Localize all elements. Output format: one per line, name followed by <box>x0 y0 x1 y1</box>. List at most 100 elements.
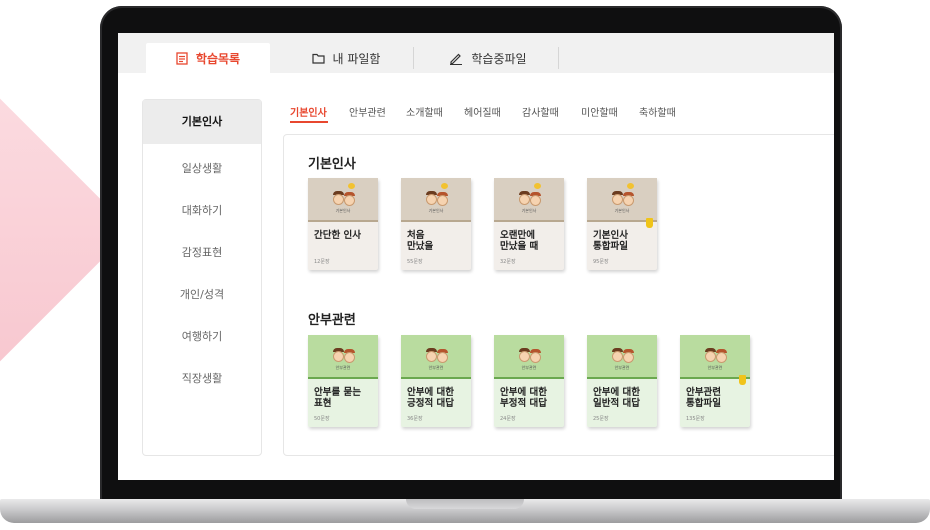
sentence-count: 36문장 <box>407 416 423 422</box>
subtab-congratulations[interactable]: 축하할때 <box>639 104 676 119</box>
character-face <box>426 194 437 205</box>
card-illustration: 안부관련 <box>680 335 750 377</box>
folder-icon <box>311 53 325 64</box>
subtab-thanks[interactable]: 감사할때 <box>522 104 559 119</box>
laptop-notch <box>406 499 524 509</box>
section-title: 기본인사 <box>308 157 356 172</box>
character-face <box>623 195 634 206</box>
card-title: 기본인사 통합파일 <box>593 230 628 252</box>
character-face <box>344 352 355 363</box>
tab-learning-list[interactable]: 학습목록 <box>146 43 270 73</box>
thumbnail-caption: 안부관련 <box>521 365 537 370</box>
card-title: 안부를 묻는 표현 <box>314 387 362 409</box>
sidebar-item-travel[interactable]: 여행하기 <box>143 328 261 344</box>
card-illustration: 안부관련 <box>401 335 471 377</box>
sentence-count: 55문장 <box>407 259 423 265</box>
sentence-count: 32문장 <box>500 259 516 265</box>
lesson-card[interactable]: 안부관련안부관련 통합파일 135문장 <box>680 335 750 427</box>
speech-bubble-icon <box>441 183 448 189</box>
subtab-wellbeing[interactable]: 안부관련 <box>349 104 386 119</box>
tab-my-files[interactable]: 내 파일함 <box>284 43 408 73</box>
character-face <box>530 352 541 363</box>
sentence-count: 135문장 <box>686 416 705 422</box>
character-face <box>426 351 437 362</box>
character-face <box>612 194 623 205</box>
bookmark-icon <box>739 375 746 385</box>
thumbnail-caption: 안부관련 <box>428 365 444 370</box>
subtab-apology[interactable]: 미안할때 <box>581 104 618 119</box>
app-screen: 학습목록 내 파일함 학습중파일 기본인사 일상생활 대화하기 감정표현 개인/… <box>118 33 834 480</box>
tab-label: 내 파일함 <box>332 51 381 66</box>
character-face <box>716 352 727 363</box>
sidebar-item-conversation[interactable]: 대화하기 <box>143 202 261 218</box>
character-face <box>437 195 448 206</box>
sidebar-item-basic-greetings[interactable]: 기본인사 <box>143 100 261 144</box>
sidebar-item-personality[interactable]: 개인/성격 <box>143 286 261 302</box>
thumbnail-divider <box>308 377 378 379</box>
sentence-count: 50문장 <box>314 416 330 422</box>
card-title: 안부에 대한 부정적 대답 <box>500 387 548 409</box>
card-illustration: 안부관련 <box>308 335 378 377</box>
character-face <box>519 194 530 205</box>
card-title: 오랜만에 만났을 때 <box>500 230 539 252</box>
thumbnail-divider <box>401 377 471 379</box>
speech-bubble-icon <box>534 183 541 189</box>
card-title: 처음 만났을 <box>407 230 434 252</box>
tab-divider <box>558 47 559 69</box>
lesson-card[interactable]: 기본인사오랜만에 만났을 때 32문장 <box>494 178 564 270</box>
speech-bubble-icon <box>627 183 634 189</box>
tab-in-progress[interactable]: 학습중파일 <box>418 43 558 73</box>
thumbnail-divider <box>401 220 471 222</box>
card-illustration: 기본인사 <box>494 178 564 220</box>
thumbnail-caption: 기본인사 <box>335 208 351 213</box>
subtab-farewell[interactable]: 헤어질때 <box>464 104 501 119</box>
subtab-basic-greetings[interactable]: 기본인사 <box>290 104 327 119</box>
thumbnail-caption: 안부관련 <box>707 365 723 370</box>
top-tab-bar: 학습목록 내 파일함 학습중파일 <box>118 33 834 73</box>
character-face <box>705 351 716 362</box>
lesson-card[interactable]: 안부관련안부를 묻는 표현 50문장 <box>308 335 378 427</box>
lesson-card[interactable]: 기본인사 간단한 인사 12문장 <box>308 178 378 270</box>
lesson-card[interactable]: 안부관련 안부에 대한 일반적 대답 25문장 <box>587 335 657 427</box>
character-face <box>333 194 344 205</box>
speech-bubble-icon <box>348 183 355 189</box>
character-face <box>612 351 623 362</box>
thumbnail-caption: 기본인사 <box>614 208 630 213</box>
lesson-card[interactable]: 안부관련안부에 대한 긍정적 대답 36문장 <box>401 335 471 427</box>
thumbnail-caption: 안부관련 <box>335 365 351 370</box>
character-face <box>344 195 355 206</box>
thumbnail-divider <box>494 377 564 379</box>
subtab-introduction[interactable]: 소개할때 <box>406 104 443 119</box>
character-face <box>530 195 541 206</box>
card-title: 안부관련 통합파일 <box>686 387 721 409</box>
list-icon <box>176 51 188 65</box>
lesson-card[interactable]: 기본인사기본인사 통합파일 95문장 <box>587 178 657 270</box>
active-subtab-indicator <box>290 121 328 123</box>
lesson-card[interactable]: 안부관련안부에 대한 부정적 대답 24문장 <box>494 335 564 427</box>
sidebar-item-emotions[interactable]: 감정표현 <box>143 244 261 260</box>
lesson-card[interactable]: 기본인사처음 만났을 55문장 <box>401 178 471 270</box>
category-sidebar: 기본인사 일상생활 대화하기 감정표현 개인/성격 여행하기 직장생활 <box>142 99 262 456</box>
tab-divider <box>413 47 414 69</box>
card-title: 안부에 대한 긍정적 대답 <box>407 387 455 409</box>
tab-label: 학습중파일 <box>471 51 527 66</box>
card-illustration: 기본인사 <box>401 178 471 220</box>
thumbnail-divider <box>494 220 564 222</box>
bookmark-icon <box>646 218 653 228</box>
sidebar-item-daily-life[interactable]: 일상생활 <box>143 160 261 176</box>
card-illustration: 기본인사 <box>308 178 378 220</box>
sentence-count: 24문장 <box>500 416 516 422</box>
card-illustration: 안부관련 <box>494 335 564 377</box>
character-face <box>623 352 634 363</box>
tab-label: 학습목록 <box>195 51 241 66</box>
sentence-count: 95문장 <box>593 259 609 265</box>
sentence-count: 25문장 <box>593 416 609 422</box>
content-panel: 기본인사 안부관련 기본인사 간단한 인사 12문장 기본인사 처음 만났을 55문장 기본인… <box>283 134 834 456</box>
thumbnail-caption: 기본인사 <box>521 208 537 213</box>
character-face <box>519 351 530 362</box>
character-face <box>333 351 344 362</box>
thumbnail-caption: 안부관련 <box>614 365 630 370</box>
thumbnail-divider <box>308 220 378 222</box>
card-illustration: 안부관련 <box>587 335 657 377</box>
sidebar-item-work-life[interactable]: 직장생활 <box>143 370 261 386</box>
